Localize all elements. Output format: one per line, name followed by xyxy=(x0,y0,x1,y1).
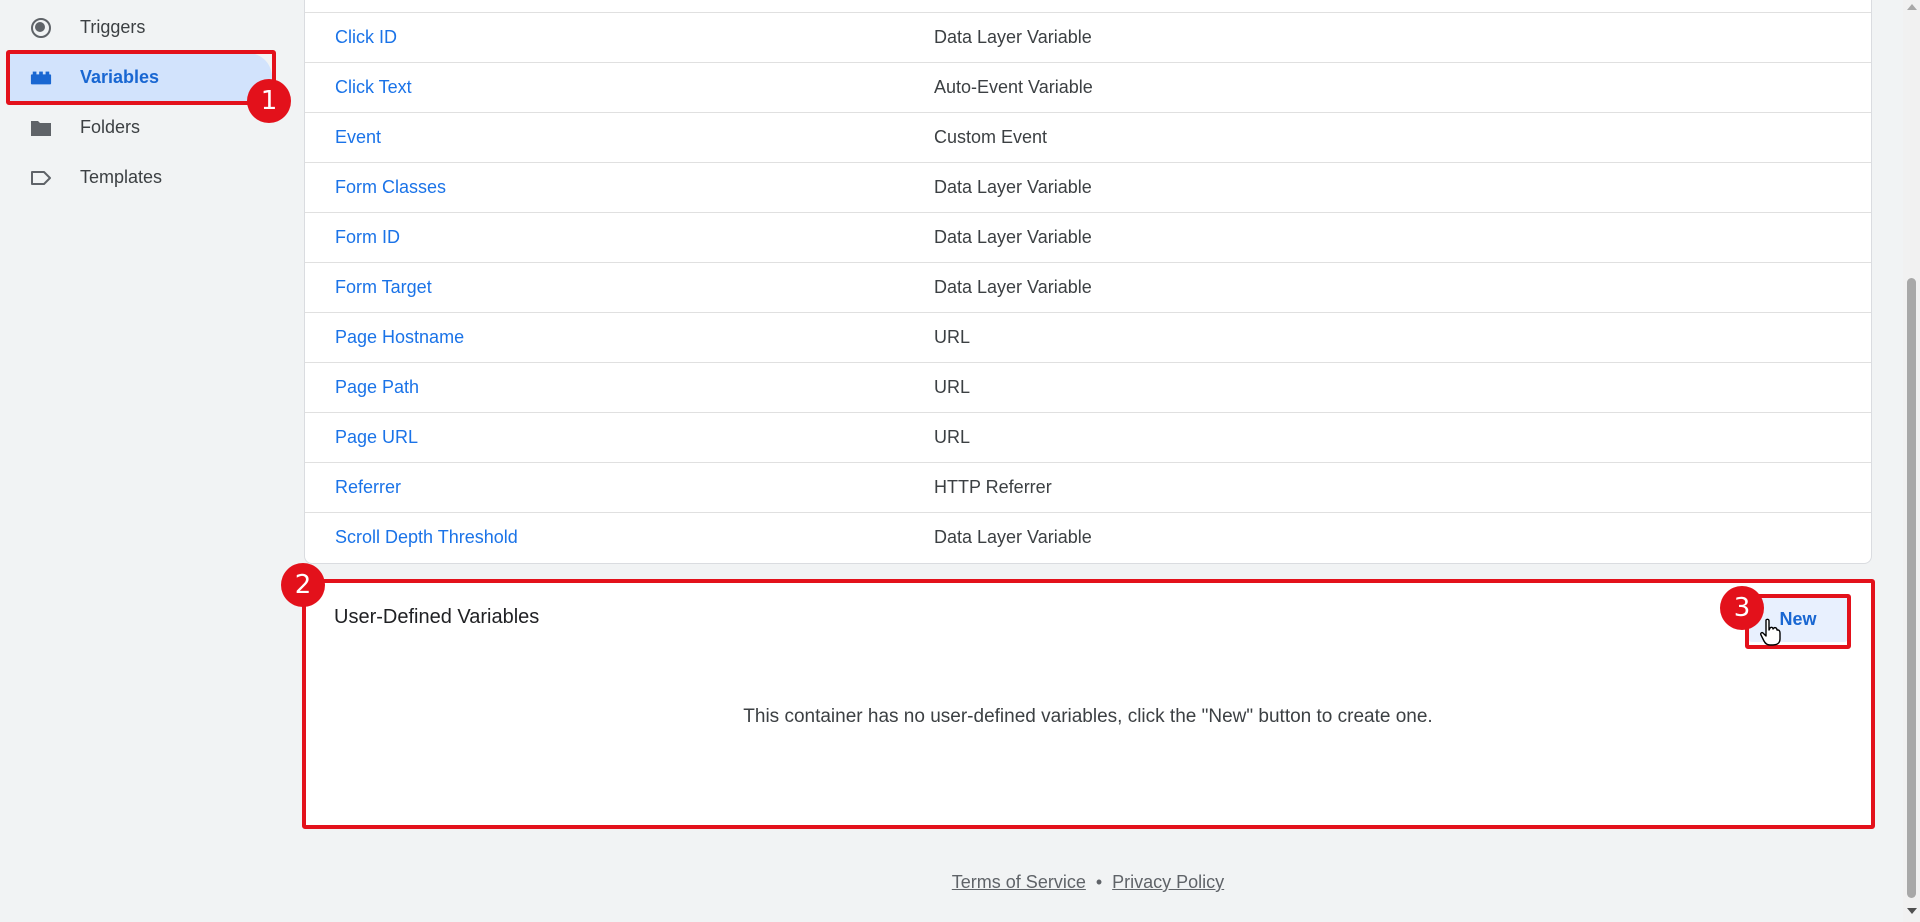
variable-type: HTTP Referrer xyxy=(934,477,1052,497)
table-row[interactable]: Form ID Data Layer Variable xyxy=(305,212,1871,262)
variable-type: Custom Event xyxy=(934,127,1048,147)
sidebar: Triggers Variables Folders Templates xyxy=(0,0,290,922)
table-row[interactable]: Referrer HTTP Referrer xyxy=(305,462,1871,512)
sidebar-item-folders[interactable]: Folders xyxy=(10,103,272,151)
table-row[interactable]: Form Classes Data Layer Variable xyxy=(305,162,1871,212)
templates-icon xyxy=(30,167,52,189)
variable-name-link[interactable]: Referrer xyxy=(335,477,401,498)
variable-type: Data Layer Variable xyxy=(934,177,1092,197)
variable-name-link[interactable]: Page URL xyxy=(335,427,418,448)
sidebar-item-triggers[interactable]: Triggers xyxy=(10,3,272,51)
sidebar-item-label: Triggers xyxy=(80,16,146,37)
variable-type: Data Layer Variable xyxy=(934,277,1092,297)
sidebar-item-variables[interactable]: Variables xyxy=(10,53,272,101)
variable-name-link[interactable]: Click ID xyxy=(335,27,397,48)
variable-name-link[interactable]: Click Text xyxy=(335,77,412,98)
hand-cursor-icon xyxy=(1759,618,1781,646)
sidebar-item-label: Templates xyxy=(80,166,163,187)
table-row[interactable]: Form Target Data Layer Variable xyxy=(305,262,1871,312)
table-row[interactable]: Event Custom Event xyxy=(305,112,1871,162)
sidebar-item-label: Folders xyxy=(80,116,141,137)
variable-name-link[interactable]: Form Target xyxy=(335,277,432,298)
terms-of-service-link[interactable]: Terms of Service xyxy=(952,872,1086,892)
variable-name-link[interactable]: Event xyxy=(335,127,381,148)
variable-name-link[interactable]: Scroll Depth Threshold xyxy=(335,527,518,548)
table-row[interactable]: Click Text Auto-Event Variable xyxy=(305,62,1871,112)
variable-name-link[interactable]: Page Hostname xyxy=(335,327,464,348)
variable-name-link[interactable]: Form ID xyxy=(335,227,400,248)
empty-state-message: This container has no user-defined varia… xyxy=(743,706,1433,727)
scrollbar-thumb[interactable] xyxy=(1907,278,1916,898)
triggers-icon xyxy=(30,17,52,39)
builtin-variables-card: Click ID Data Layer Variable Click Text … xyxy=(304,0,1872,564)
section-title: User-Defined Variables xyxy=(334,606,540,628)
footer-separator: • xyxy=(1095,872,1103,892)
table-row[interactable]: Scroll Depth Threshold Data Layer Variab… xyxy=(305,512,1871,562)
privacy-policy-link[interactable]: Privacy Policy xyxy=(1112,872,1224,892)
variables-icon xyxy=(30,67,52,89)
vertical-scrollbar[interactable] xyxy=(1903,0,1920,922)
sidebar-item-label: Variables xyxy=(80,66,160,87)
folder-icon xyxy=(30,117,52,139)
variable-type: URL xyxy=(934,327,971,347)
variable-name-link[interactable]: Form Classes xyxy=(335,177,446,198)
table-row[interactable]: Page Hostname URL xyxy=(305,312,1871,362)
variable-type: URL xyxy=(934,427,971,447)
footer: Terms of Service • Privacy Policy xyxy=(304,872,1872,893)
variable-type: Data Layer Variable xyxy=(934,227,1092,247)
variable-type: Auto-Event Variable xyxy=(934,77,1093,97)
table-row[interactable]: Click ID Data Layer Variable xyxy=(305,12,1871,62)
variable-type: Data Layer Variable xyxy=(934,527,1092,547)
variable-type: URL xyxy=(934,377,971,397)
scroll-up-icon[interactable] xyxy=(1907,4,1917,10)
table-row[interactable]: Page Path URL xyxy=(305,362,1871,412)
sidebar-item-templates[interactable]: Templates xyxy=(10,153,272,201)
scroll-down-icon[interactable] xyxy=(1907,908,1917,914)
user-defined-variables-card: User-Defined Variables New This containe… xyxy=(304,580,1872,826)
variable-name-link[interactable]: Page Path xyxy=(335,377,419,398)
variable-type: Data Layer Variable xyxy=(934,27,1092,47)
table-row[interactable]: Page URL URL xyxy=(305,412,1871,462)
